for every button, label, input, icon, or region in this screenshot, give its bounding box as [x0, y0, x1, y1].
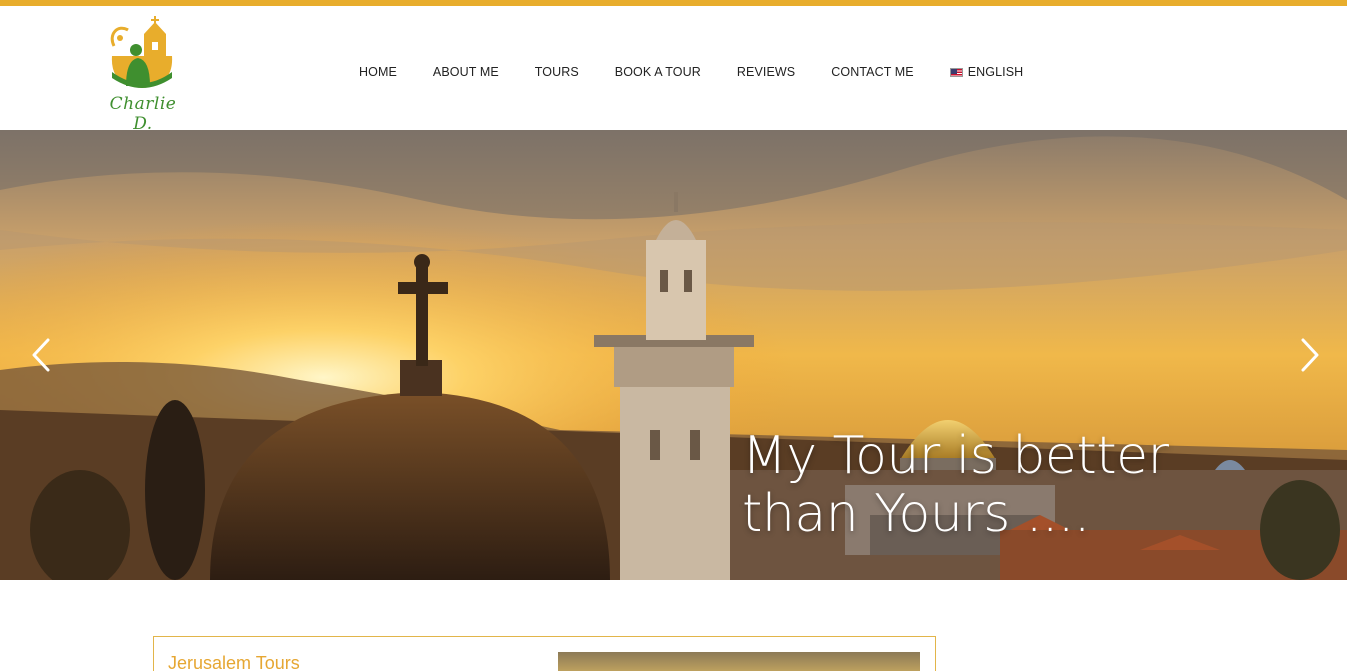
hero-caption-line-2: than Yours ....: [742, 484, 1090, 544]
hero-slider: My Tour is better than Yours ....: [0, 130, 1347, 580]
hero-caption-line-1: My Tour is better: [742, 426, 1169, 486]
main-navigation: HOME ABOUT ME TOURS BOOK A TOUR REVIEWS …: [341, 62, 1041, 82]
language-label: ENGLISH: [967, 65, 1024, 79]
language-selector[interactable]: ENGLISH: [949, 65, 1024, 79]
hero-caption: My Tour is better than Yours ....: [742, 427, 1182, 543]
logo-emblem-icon: [110, 16, 173, 88]
nav-contact-me[interactable]: CONTACT ME: [831, 65, 913, 79]
nav-reviews[interactable]: REVIEWS: [737, 65, 795, 79]
us-flag-icon: [949, 67, 963, 77]
slider-prev-button[interactable]: [28, 336, 56, 374]
nav-home[interactable]: HOME: [359, 65, 397, 79]
tour-card-jerusalem[interactable]: Jerusalem Tours: [153, 636, 936, 671]
nav-tours[interactable]: TOURS: [535, 65, 579, 79]
logo-wordmark: Charlie D.: [109, 94, 177, 134]
slider-next-button[interactable]: [1295, 336, 1323, 374]
tour-card-image: [558, 652, 920, 671]
chevron-right-icon: [1301, 338, 1319, 372]
tour-card-title: Jerusalem Tours: [168, 653, 300, 671]
nav-about-me[interactable]: ABOUT ME: [433, 65, 499, 79]
chevron-left-icon: [32, 338, 50, 372]
site-logo[interactable]: Charlie D.: [96, 16, 188, 134]
site-header: Charlie D. HOME ABOUT ME TOURS BOOK A TO…: [0, 6, 1347, 134]
nav-book-a-tour[interactable]: BOOK A TOUR: [615, 65, 701, 79]
